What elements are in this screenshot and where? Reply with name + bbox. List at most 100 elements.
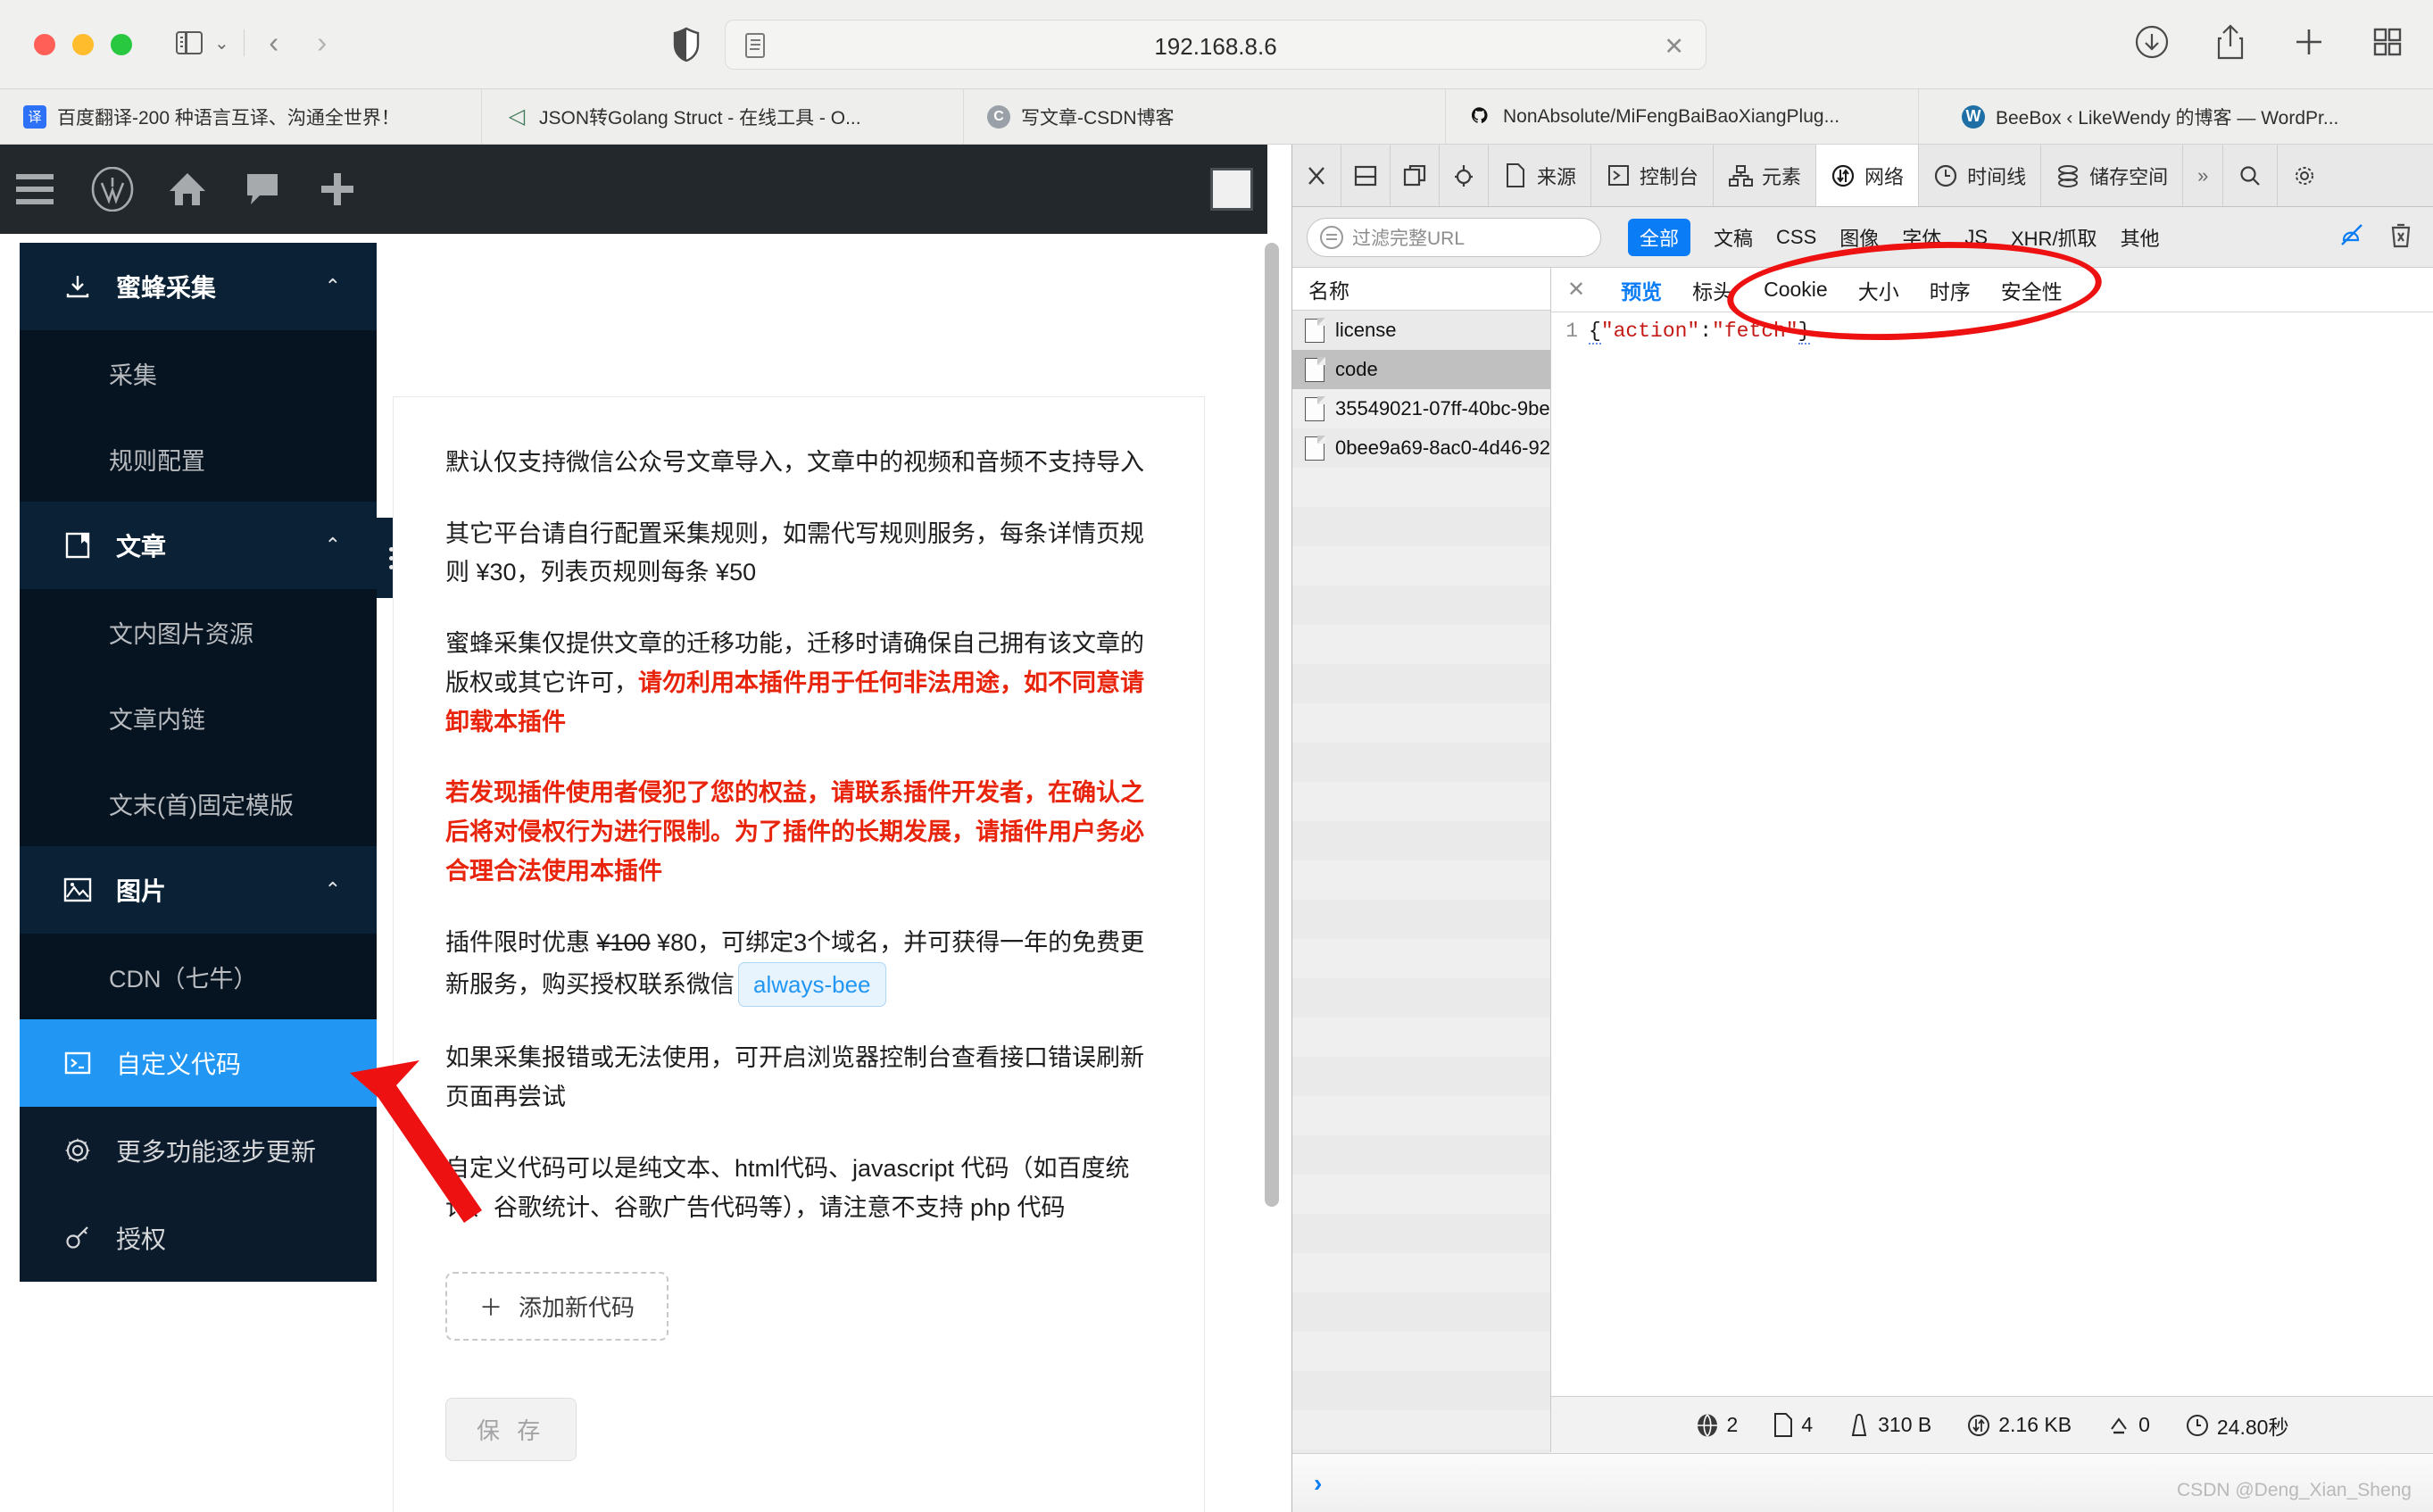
dock-right-icon bbox=[1402, 163, 1427, 188]
filter-type-all[interactable]: 全部 bbox=[1628, 218, 1691, 256]
chevron-up-icon[interactable]: ⌃ bbox=[325, 878, 341, 901]
sidebar-item-more-features[interactable]: 更多功能逐步更新 bbox=[20, 1107, 377, 1194]
clock-icon bbox=[2186, 1414, 2208, 1436]
detail-tab-cookie[interactable]: Cookie bbox=[1764, 278, 1828, 302]
network-row-empty bbox=[1292, 900, 1550, 939]
filter-type-xhr[interactable]: XHR/抓取 bbox=[2011, 223, 2097, 252]
elements-icon bbox=[1728, 163, 1753, 188]
chevron-down-icon[interactable]: ⌄ bbox=[214, 32, 229, 54]
storage-icon bbox=[2055, 163, 2080, 188]
network-row-empty bbox=[1292, 821, 1550, 860]
sidebar-item-caiji[interactable]: 采集 bbox=[20, 330, 377, 416]
detail-tab-headers[interactable]: 标头 bbox=[1692, 275, 1733, 305]
bookmark-item[interactable]: ◁ JSON转Golang Struct - 在线工具 - O... bbox=[482, 89, 964, 144]
maximize-window-button[interactable] bbox=[111, 34, 132, 55]
wordpress-logo-icon[interactable] bbox=[75, 145, 150, 234]
save-button[interactable]: 保 存 bbox=[445, 1398, 577, 1462]
comment-icon[interactable] bbox=[225, 145, 300, 234]
sidebar-group-mifeng-collect[interactable]: 蜜蜂采集 ⌃ bbox=[20, 243, 377, 330]
disable-network-icon[interactable] bbox=[2338, 221, 2365, 253]
sidebar-toggle-button[interactable] bbox=[171, 25, 207, 61]
share-icon[interactable] bbox=[2212, 23, 2249, 61]
bookmark-item[interactable]: 译 百度翻译-200 种语言互译、沟通全世界！ bbox=[0, 89, 482, 144]
more-tabs-button[interactable]: » bbox=[2183, 145, 2224, 206]
network-row-uuid-2[interactable]: 0bee9a69-8ac0-4d46-92ef-42194f12... bbox=[1292, 428, 1550, 468]
sidebar-group-articles[interactable]: 文章 ⌃ bbox=[20, 502, 377, 589]
network-icon bbox=[1831, 163, 1856, 188]
address-bar[interactable]: 192.168.8.6 ✕ bbox=[725, 20, 1706, 70]
sidebar-item-license[interactable]: 授权 bbox=[20, 1194, 377, 1282]
page-viewport: 蜜蜂采集 ⌃ 采集 规则配置 文章 ⌃ 文内图片资源 文章内链 文末(首)固定模… bbox=[0, 145, 1291, 1512]
tab-elements[interactable]: 元素 bbox=[1714, 145, 1817, 206]
wechat-id-badge[interactable]: always-bee bbox=[738, 962, 886, 1008]
sidebar-item-rules-config[interactable]: 规则配置 bbox=[20, 416, 377, 502]
inspect-element-button[interactable] bbox=[1440, 145, 1489, 206]
load-icon bbox=[2111, 1416, 2127, 1433]
tab-console[interactable]: 控制台 bbox=[1591, 145, 1715, 206]
tab-storage[interactable]: 储存空间 bbox=[2041, 145, 2184, 206]
sidebar-item-custom-code[interactable]: 自定义代码 bbox=[20, 1019, 377, 1107]
tab-sources[interactable]: 来源 bbox=[1489, 145, 1592, 206]
clear-network-icon[interactable] bbox=[2388, 221, 2413, 253]
old-price: ¥100 bbox=[596, 928, 651, 956]
dock-bottom-button[interactable] bbox=[1341, 145, 1391, 206]
tab-label: 储存空间 bbox=[2089, 165, 2169, 188]
inspector-search-button[interactable] bbox=[2223, 145, 2279, 206]
network-row-uuid-1[interactable]: 35549021-07ff-40bc-9be2-064b924a... bbox=[1292, 389, 1550, 428]
filter-type-document[interactable]: 文稿 bbox=[1714, 223, 1753, 252]
detail-tab-timing[interactable]: 时序 bbox=[1930, 275, 1971, 305]
detail-tab-security[interactable]: 安全性 bbox=[2001, 275, 2063, 305]
bookmark-item[interactable]: NonAbsolute/MiFengBaiBaoXiangPlug... bbox=[1446, 89, 1919, 144]
add-new-code-button[interactable]: ＋ 添加新代码 bbox=[445, 1272, 669, 1342]
network-row-empty bbox=[1292, 782, 1550, 821]
forward-button[interactable]: › bbox=[298, 26, 346, 60]
chevron-up-icon[interactable]: ⌃ bbox=[325, 275, 341, 298]
sidebar-item-label: 授权 bbox=[116, 1225, 167, 1253]
filter-type-css[interactable]: CSS bbox=[1776, 226, 1816, 249]
plus-icon[interactable] bbox=[300, 145, 375, 234]
close-icon[interactable]: ✕ bbox=[1664, 33, 1684, 61]
close-window-button[interactable] bbox=[34, 34, 55, 55]
menu-icon[interactable] bbox=[0, 145, 75, 234]
screen-options-box[interactable] bbox=[1210, 168, 1253, 211]
sidebar-item-fixed-template[interactable]: 文末(首)固定模版 bbox=[20, 760, 377, 846]
network-row-license[interactable]: license bbox=[1292, 311, 1550, 350]
new-tab-icon[interactable] bbox=[2290, 23, 2328, 61]
bookmark-item[interactable]: W BeeBox ‹ LikeWendy 的博客 — WordPr... bbox=[1919, 89, 2362, 144]
minimize-window-button[interactable] bbox=[72, 34, 94, 55]
network-row-empty bbox=[1292, 939, 1550, 978]
filter-type-other[interactable]: 其他 bbox=[2121, 223, 2160, 252]
sidebar-item-cdn-qiniu[interactable]: CDN（七牛） bbox=[20, 934, 377, 1019]
close-inspector-button[interactable] bbox=[1292, 145, 1341, 206]
home-icon[interactable] bbox=[150, 145, 225, 234]
chevron-up-icon[interactable]: ⌃ bbox=[325, 534, 341, 557]
filter-type-font[interactable]: 字体 bbox=[1902, 223, 1941, 252]
chevron-double-right-icon: » bbox=[2197, 163, 2209, 187]
sidebar-item-inline-images[interactable]: 文内图片资源 bbox=[20, 589, 377, 675]
sidebar-item-internal-links[interactable]: 文章内链 bbox=[20, 675, 377, 760]
filter-url-input[interactable]: 过滤完整URL bbox=[1307, 217, 1601, 257]
document-icon bbox=[1305, 317, 1325, 343]
close-detail-icon[interactable]: ✕ bbox=[1567, 277, 1585, 303]
network-row-empty bbox=[1292, 468, 1550, 507]
tab-network[interactable]: 网络 bbox=[1816, 145, 1920, 206]
tab-overview-icon[interactable] bbox=[2369, 23, 2406, 61]
detail-tab-size[interactable]: 大小 bbox=[1858, 275, 1899, 305]
inspector-settings-button[interactable] bbox=[2278, 145, 2331, 206]
window-controls[interactable] bbox=[34, 34, 132, 55]
network-row-code[interactable]: code bbox=[1292, 350, 1550, 389]
sidebar-group-images[interactable]: 图片 ⌃ bbox=[20, 846, 377, 934]
filter-icon bbox=[1320, 225, 1343, 249]
tab-timeline[interactable]: 时间线 bbox=[1919, 145, 2042, 206]
filter-type-image[interactable]: 图像 bbox=[1839, 223, 1879, 252]
gear-icon bbox=[62, 1135, 93, 1166]
downloads-icon[interactable] bbox=[2133, 23, 2171, 61]
page-scrollbar[interactable] bbox=[1265, 243, 1279, 1225]
privacy-shield-icon[interactable] bbox=[671, 27, 702, 62]
detail-tab-preview[interactable]: 预览 bbox=[1621, 275, 1662, 305]
dock-right-button[interactable] bbox=[1391, 145, 1440, 206]
bookmark-item[interactable]: C 写文章-CSDN博客 bbox=[964, 89, 1446, 144]
filter-type-js[interactable]: JS bbox=[1964, 226, 1988, 249]
status-value: 2 bbox=[1726, 1413, 1739, 1436]
back-button[interactable]: ‹ bbox=[250, 26, 298, 60]
